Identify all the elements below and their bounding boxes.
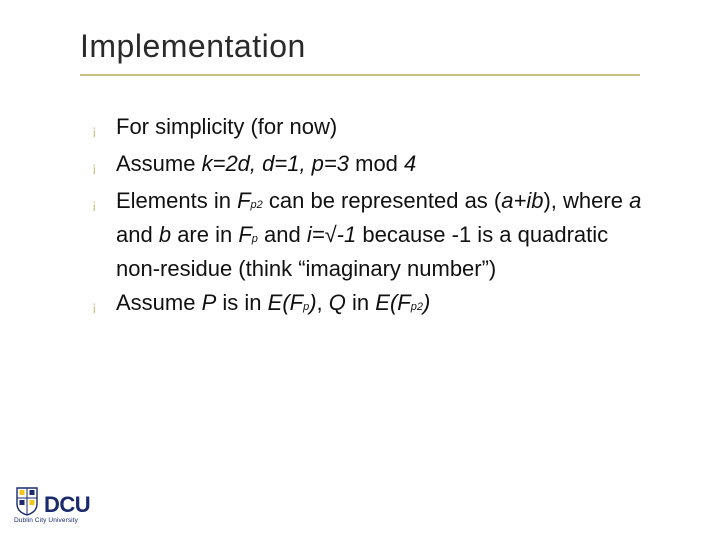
bullet-text: Assume k=2d, d=1, p=3 mod 4: [116, 149, 652, 179]
bullet-item: ¡ Elements in Fp2 can be represented as …: [92, 186, 652, 284]
bullet-text: Assume P is in E(Fp), Q in E(Fp2): [116, 288, 652, 322]
title-underline: [80, 74, 640, 76]
bullet-marker-icon: ¡: [92, 186, 116, 219]
slide: Implementation ¡ For simplicity (for now…: [0, 0, 720, 540]
bullet-item: ¡ Assume P is in E(Fp), Q in E(Fp2): [92, 288, 652, 322]
bullet-marker-icon: ¡: [92, 112, 116, 145]
logo-letters: DCU: [44, 494, 90, 516]
bullet-text: Elements in Fp2 can be represented as (a…: [116, 186, 652, 284]
slide-title: Implementation: [80, 28, 640, 65]
crest-icon: [14, 486, 40, 516]
bullet-text: For simplicity (for now): [116, 112, 652, 142]
bullet-item: ¡ Assume k=2d, d=1, p=3 mod 4: [92, 149, 652, 182]
bullet-marker-icon: ¡: [92, 149, 116, 182]
bullet-marker-icon: ¡: [92, 288, 116, 321]
dcu-logo: DCU Dublin City University: [14, 486, 104, 524]
bullet-item: ¡ For simplicity (for now): [92, 112, 652, 145]
logo-subtitle: Dublin City University: [14, 517, 104, 524]
title-wrap: Implementation: [80, 28, 640, 65]
logo-row: DCU: [14, 486, 104, 516]
body-area: ¡ For simplicity (for now) ¡ Assume k=2d…: [92, 112, 652, 326]
